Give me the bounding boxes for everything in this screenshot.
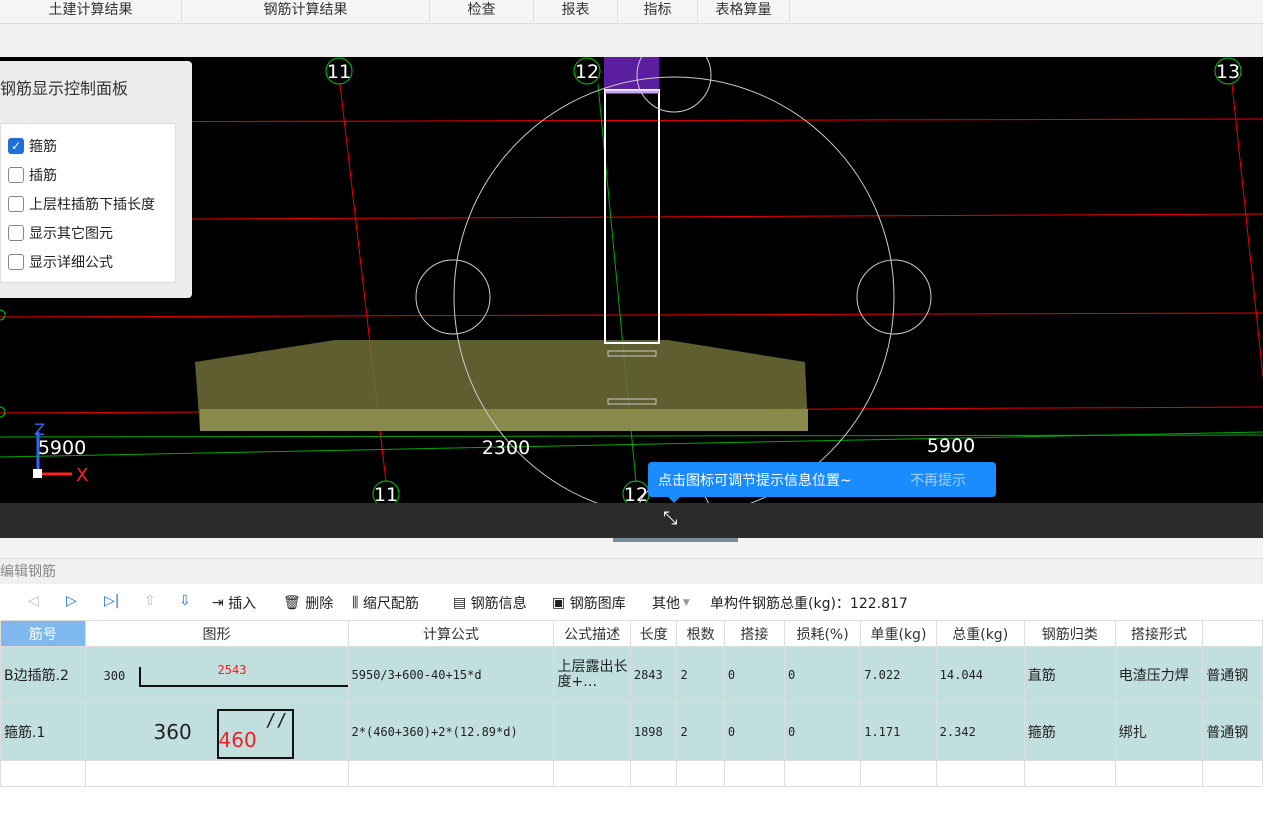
trash-icon: 🗑 bbox=[283, 595, 306, 611]
dimension-label: 5900 bbox=[38, 437, 86, 459]
col-header[interactable]: 筋号 bbox=[0, 620, 86, 647]
dont-show-again-link[interactable]: 不再提示 bbox=[910, 470, 966, 490]
status-bar: ⤡ bbox=[0, 503, 1263, 538]
checkbox-upper-dowel[interactable]: 上层柱插筋下插长度 bbox=[8, 194, 155, 214]
menu-table-calc[interactable]: 表格算量 bbox=[698, 0, 790, 22]
rebar-display-panel: 钢筋显示控制面板 ✓ 箍筋 插筋 上层柱插筋下插长度 显示其它图元 显示详细公式 bbox=[0, 61, 192, 298]
axis-label: 13 bbox=[1216, 61, 1240, 83]
hint-text: 点击图标可调节提示信息位置~ bbox=[658, 472, 852, 489]
move-down-icon[interactable]: ⇩ bbox=[179, 593, 191, 609]
table-row[interactable]: B边插筋.2 300 2543 5950/3+600-40+15*d 上层露出长… bbox=[0, 646, 1263, 704]
col-header[interactable]: 搭接 bbox=[723, 620, 785, 647]
axis-label: 11 bbox=[374, 484, 398, 504]
col-header[interactable]: 总重(kg) bbox=[935, 620, 1025, 647]
menu-index[interactable]: 指标 bbox=[618, 0, 698, 22]
col-header[interactable]: 损耗(%) bbox=[783, 620, 862, 647]
total-weight: 单构件钢筋总重(kg)：122.817 bbox=[710, 596, 908, 612]
axis-label: 11 bbox=[327, 61, 351, 83]
checkbox-detailed-formula[interactable]: 显示详细公式 bbox=[8, 252, 113, 272]
dimension-label: 5900 bbox=[927, 435, 975, 457]
shape-cell[interactable]: 300 2543 bbox=[84, 646, 349, 704]
hint-tooltip: 点击图标可调节提示信息位置~ 不再提示 bbox=[648, 462, 996, 503]
insert-icon: ⇥ bbox=[212, 595, 229, 611]
rebar-table: 筋号 图形 计算公式 公式描述 长度 根数 搭接 损耗(%) 单重(kg) 总重… bbox=[0, 620, 1263, 787]
menu-rebar-results[interactable]: 钢筋计算结果 bbox=[182, 0, 430, 22]
top-menu: 土建计算结果 钢筋计算结果 检查 报表 指标 表格算量 bbox=[0, 0, 1263, 24]
delete-button[interactable]: 🗑 删除 bbox=[283, 593, 333, 613]
column-top bbox=[604, 57, 659, 89]
checkbox-other-elements[interactable]: 显示其它图元 bbox=[8, 223, 113, 243]
rebar-info-button[interactable]: ▤ 钢筋信息 bbox=[453, 593, 527, 613]
col-header bbox=[1202, 620, 1263, 647]
axis-label: 12 bbox=[575, 61, 599, 83]
shape-cell[interactable]: 360 460 // bbox=[84, 703, 349, 761]
col-header[interactable]: 根数 bbox=[676, 620, 725, 647]
scale-rebar-button[interactable]: ⫼ 缩尺配筋 bbox=[352, 593, 419, 613]
checkbox-stirrup[interactable]: ✓ 箍筋 bbox=[8, 136, 57, 156]
section-title: 编辑钢筋 bbox=[0, 558, 1263, 584]
splitter[interactable] bbox=[0, 538, 1263, 558]
collapse-icon[interactable]: ⤡ bbox=[663, 508, 677, 529]
dimension-label: 2300 bbox=[482, 437, 530, 459]
axis-label: 12 bbox=[624, 484, 648, 504]
rebar-library-button[interactable]: ▣ 钢筋图库 bbox=[552, 593, 626, 613]
ribbon-area bbox=[0, 24, 1263, 57]
next-icon[interactable]: ▷ bbox=[66, 593, 77, 609]
menu-check[interactable]: 检查 bbox=[430, 0, 534, 22]
panel-title: 钢筋显示控制面板 bbox=[0, 79, 129, 98]
col-header[interactable]: 计算公式 bbox=[347, 620, 555, 647]
other-dropdown[interactable]: 其他 ▼ bbox=[652, 593, 690, 613]
col-header[interactable]: 单重(kg) bbox=[860, 620, 937, 647]
insert-button[interactable]: ⇥ 插入 bbox=[212, 593, 256, 613]
col-header[interactable]: 钢筋归类 bbox=[1023, 620, 1116, 647]
menu-civil-results[interactable]: 土建计算结果 bbox=[0, 0, 182, 22]
info-icon: ▤ bbox=[453, 595, 471, 611]
svg-text:X: X bbox=[76, 465, 88, 486]
col-header[interactable]: 长度 bbox=[629, 620, 678, 647]
col-header[interactable]: 图形 bbox=[84, 620, 349, 647]
table-row[interactable]: 箍筋.1 360 460 // 2*(460+360)+2*(12.89*d) … bbox=[0, 703, 1263, 761]
ruler-icon: ⫼ bbox=[352, 595, 363, 611]
svg-text:Z: Z bbox=[34, 420, 45, 439]
prev-icon[interactable]: ◁ bbox=[28, 593, 39, 609]
move-up-icon[interactable]: ⇧ bbox=[144, 593, 156, 609]
rebar-toolbar: ◁ ▷ ▷| ⇧ ⇩ ⇥ 插入 🗑 删除 ⫼ 缩尺配筋 ▤ 钢筋信息 ▣ 钢筋图… bbox=[0, 585, 1263, 619]
checkbox-dowel[interactable]: 插筋 bbox=[8, 165, 57, 185]
col-header[interactable]: 公式描述 bbox=[553, 620, 631, 647]
empty-row[interactable] bbox=[0, 760, 1263, 787]
library-icon: ▣ bbox=[552, 595, 570, 611]
col-header[interactable]: 搭接形式 bbox=[1114, 620, 1204, 647]
last-icon[interactable]: ▷| bbox=[104, 593, 119, 609]
menu-report[interactable]: 报表 bbox=[534, 0, 618, 22]
